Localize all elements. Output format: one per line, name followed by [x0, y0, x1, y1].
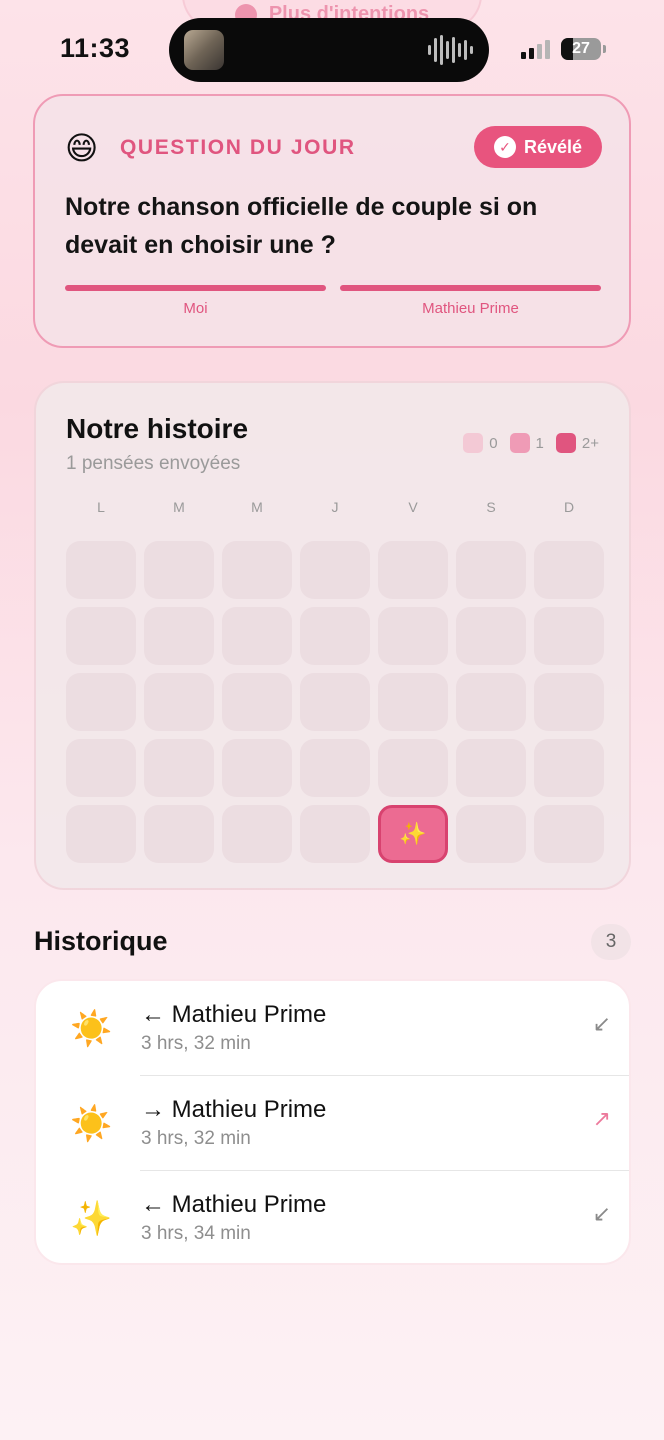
- legend-swatch-1: [509, 433, 530, 453]
- history-item-name: → Mathieu Prime: [141, 1096, 327, 1123]
- history-item-name: ← Mathieu Prime: [141, 1001, 327, 1028]
- calendar-day[interactable]: [300, 739, 370, 797]
- calendar-day[interactable]: [222, 607, 292, 665]
- calendar-day[interactable]: [378, 541, 448, 599]
- history-item-time: 3 hrs, 32 min: [141, 1128, 251, 1149]
- calendar-day[interactable]: [534, 739, 604, 797]
- legend-label-1: 1: [535, 434, 544, 452]
- history-item[interactable]: ☀️ → Mathieu Prime 3 hrs, 32 min ↗: [36, 1076, 629, 1171]
- activity-calendar-grid: ✨: [66, 541, 604, 863]
- our-story-card: Notre histoire 1 pensées envoyées 0 1 2+…: [34, 381, 631, 890]
- arrow-up-right-icon: ↗: [592, 1106, 611, 1131]
- calendar-day[interactable]: [378, 739, 448, 797]
- calendar-day[interactable]: [456, 805, 526, 863]
- revealed-badge-label: Révélé: [523, 136, 583, 157]
- calendar-day[interactable]: [222, 541, 292, 599]
- calendar-day[interactable]: [66, 541, 136, 599]
- checkmark-icon: ✓: [493, 136, 516, 158]
- arrow-down-left-icon: ↙: [592, 1201, 611, 1226]
- battery-nub: [603, 45, 606, 53]
- weekday-label: S: [486, 499, 496, 515]
- sun-icon: ☀️: [70, 1010, 113, 1048]
- dynamic-island[interactable]: [169, 18, 489, 82]
- status-bar: 11:33 27: [0, 0, 664, 92]
- history-item-time: 3 hrs, 34 min: [141, 1223, 251, 1244]
- history-item[interactable]: ☀️ ← Mathieu Prime 3 hrs, 32 min ↙: [36, 981, 629, 1076]
- my-answer-progress: [65, 285, 326, 291]
- history-item-time: 3 hrs, 32 min: [141, 1033, 251, 1054]
- legend-label-2plus: 2+: [581, 434, 599, 452]
- history-list: ☀️ ← Mathieu Prime 3 hrs, 32 min ↙ ☀️ → …: [34, 979, 631, 1265]
- question-text: Notre chanson officielle de couple si on…: [65, 193, 538, 259]
- calendar-day[interactable]: [144, 739, 214, 797]
- calendar-day[interactable]: [534, 805, 604, 863]
- arrow-down-left-icon: ↙: [592, 1011, 611, 1036]
- battery-icon: 27: [561, 38, 601, 60]
- cellular-signal-icon: [521, 40, 550, 59]
- calendar-day[interactable]: [66, 673, 136, 731]
- calendar-day[interactable]: [300, 805, 370, 863]
- calendar-day[interactable]: [378, 607, 448, 665]
- status-time: 11:33: [60, 33, 131, 63]
- calendar-day[interactable]: [66, 607, 136, 665]
- calendar-day[interactable]: [456, 739, 526, 797]
- my-answer-label: Moi: [183, 300, 208, 317]
- our-story-title: Notre histoire: [66, 413, 249, 444]
- calendar-day[interactable]: [144, 673, 214, 731]
- calendar-day[interactable]: [300, 673, 370, 731]
- legend-swatch-2plus: [555, 433, 576, 453]
- activity-legend: 0 1 2+: [459, 433, 599, 453]
- calendar-day[interactable]: [222, 673, 292, 731]
- calendar-day[interactable]: [144, 607, 214, 665]
- calendar-day[interactable]: [534, 673, 604, 731]
- weekday-label: V: [408, 499, 418, 515]
- weekday-label: L: [97, 499, 105, 515]
- question-of-the-day-card[interactable]: 😄 QUESTION DU JOUR ✓ Révélé Notre chanso…: [33, 94, 631, 348]
- calendar-day[interactable]: [222, 805, 292, 863]
- history-item-name: ← Mathieu Prime: [141, 1191, 327, 1218]
- calendar-day[interactable]: [534, 541, 604, 599]
- battery-level: 27: [572, 40, 590, 57]
- calendar-day[interactable]: [300, 607, 370, 665]
- calendar-day[interactable]: [144, 805, 214, 863]
- weekday-label: J: [331, 499, 339, 515]
- sparkles-icon: ✨: [70, 1200, 113, 1238]
- calendar-day[interactable]: [378, 673, 448, 731]
- calendar-day[interactable]: [456, 673, 526, 731]
- weekday-header: L M M J V S D: [66, 499, 604, 515]
- history-count-badge: 3: [591, 924, 631, 960]
- thoughts-sent-count: 1 pensées envoyées: [66, 453, 241, 474]
- legend-label-0: 0: [489, 434, 498, 452]
- calendar-day-active[interactable]: ✨: [378, 805, 448, 863]
- calendar-day[interactable]: [66, 739, 136, 797]
- revealed-badge[interactable]: ✓ Révélé: [474, 126, 602, 168]
- question-kicker: QUESTION DU JOUR: [120, 136, 356, 159]
- history-item[interactable]: ✨ ← Mathieu Prime 3 hrs, 34 min ↙: [36, 1171, 629, 1263]
- grinning-face-icon: 😄: [65, 130, 99, 166]
- calendar-day[interactable]: [300, 541, 370, 599]
- calendar-day[interactable]: [222, 739, 292, 797]
- weekday-label: D: [563, 499, 575, 515]
- audio-waveform-icon: [428, 34, 473, 66]
- weekday-label: M: [251, 499, 263, 515]
- calendar-day[interactable]: [456, 607, 526, 665]
- history-section-title: Historique: [34, 926, 168, 956]
- calendar-day[interactable]: [144, 541, 214, 599]
- partner-answer-progress: [340, 285, 601, 291]
- legend-swatch-0: [463, 433, 484, 453]
- calendar-day[interactable]: [456, 541, 526, 599]
- now-playing-artwork: [184, 30, 224, 70]
- sun-icon: ☀️: [70, 1105, 113, 1143]
- weekday-label: M: [173, 499, 185, 515]
- partner-answer-label: Mathieu Prime: [422, 300, 519, 317]
- calendar-day[interactable]: [534, 607, 604, 665]
- calendar-day[interactable]: [66, 805, 136, 863]
